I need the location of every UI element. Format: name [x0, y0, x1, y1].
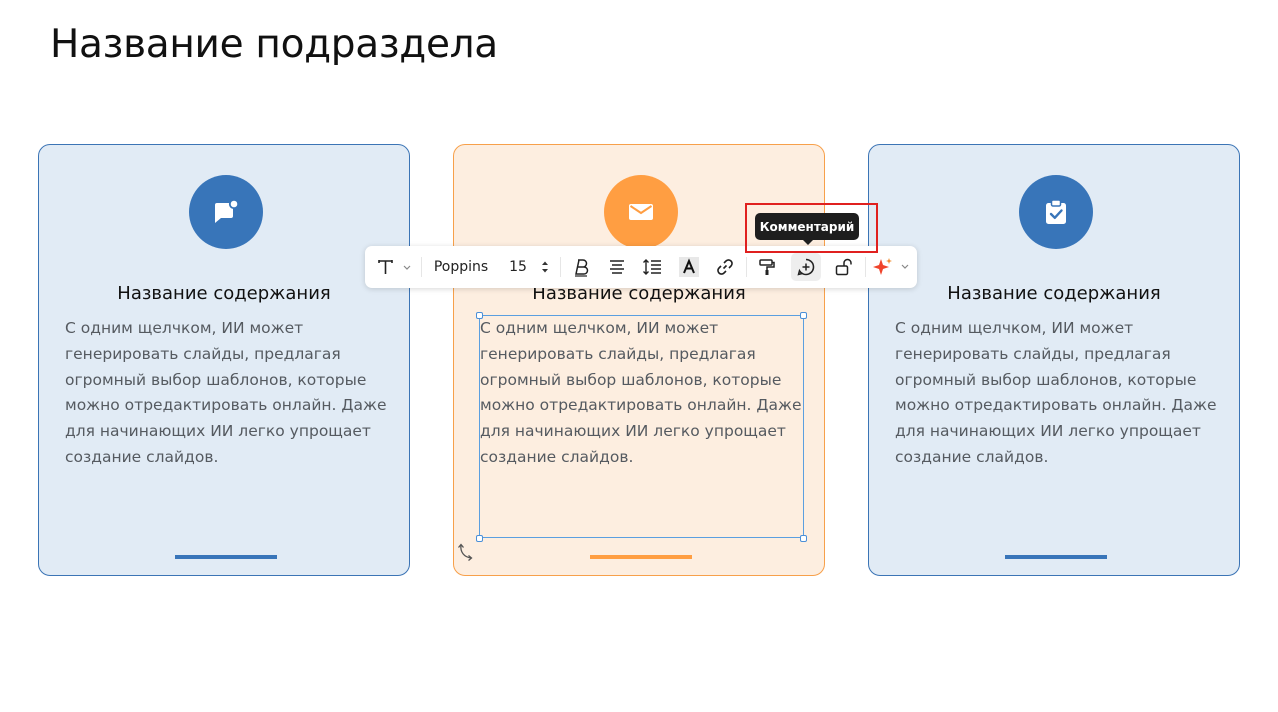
card-body-text[interactable]: С одним щелчком, ИИ может генерировать с… [65, 316, 395, 471]
toolbar-divider [746, 257, 747, 277]
card-underline [1005, 555, 1107, 559]
resize-handle-bottom-right[interactable] [800, 535, 807, 542]
font-size-stepper[interactable] [537, 246, 553, 288]
clipboard-check-icon [1019, 175, 1093, 249]
content-card-1[interactable]: Название содержания С одним щелчком, ИИ … [38, 144, 410, 576]
line-spacing-icon[interactable] [638, 246, 666, 288]
card-underline [590, 555, 692, 559]
toolbar-divider [865, 257, 866, 277]
highlight-annotation-box [745, 203, 878, 253]
toolbar-divider [421, 257, 422, 277]
align-icon[interactable] [603, 246, 631, 288]
chat-bubble-icon [189, 175, 263, 249]
card-title: Название содержания [117, 283, 331, 304]
font-size-input[interactable]: 15 [503, 246, 533, 288]
link-icon[interactable] [711, 246, 739, 288]
text-color-icon[interactable] [675, 246, 703, 288]
card-body-text[interactable]: С одним щелчком, ИИ может генерировать с… [895, 316, 1225, 471]
text-selection-frame[interactable] [479, 315, 804, 538]
resize-handle-top-left[interactable] [476, 312, 483, 319]
rotate-handle-icon[interactable] [456, 542, 476, 566]
toolbar-divider [560, 257, 561, 277]
text-type-dropdown[interactable] [371, 246, 415, 288]
mail-icon [604, 175, 678, 249]
card-underline [175, 555, 277, 559]
resize-handle-bottom-left[interactable] [476, 535, 483, 542]
content-card-3[interactable]: Название содержания С одним щелчком, ИИ … [868, 144, 1240, 576]
font-family-select[interactable]: Poppins [427, 246, 495, 288]
resize-handle-top-right[interactable] [800, 312, 807, 319]
bold-button[interactable] [567, 246, 595, 288]
add-comment-button[interactable] [791, 253, 821, 281]
page-title: Название подраздела [50, 22, 498, 67]
card-title: Название содержания [947, 283, 1161, 304]
